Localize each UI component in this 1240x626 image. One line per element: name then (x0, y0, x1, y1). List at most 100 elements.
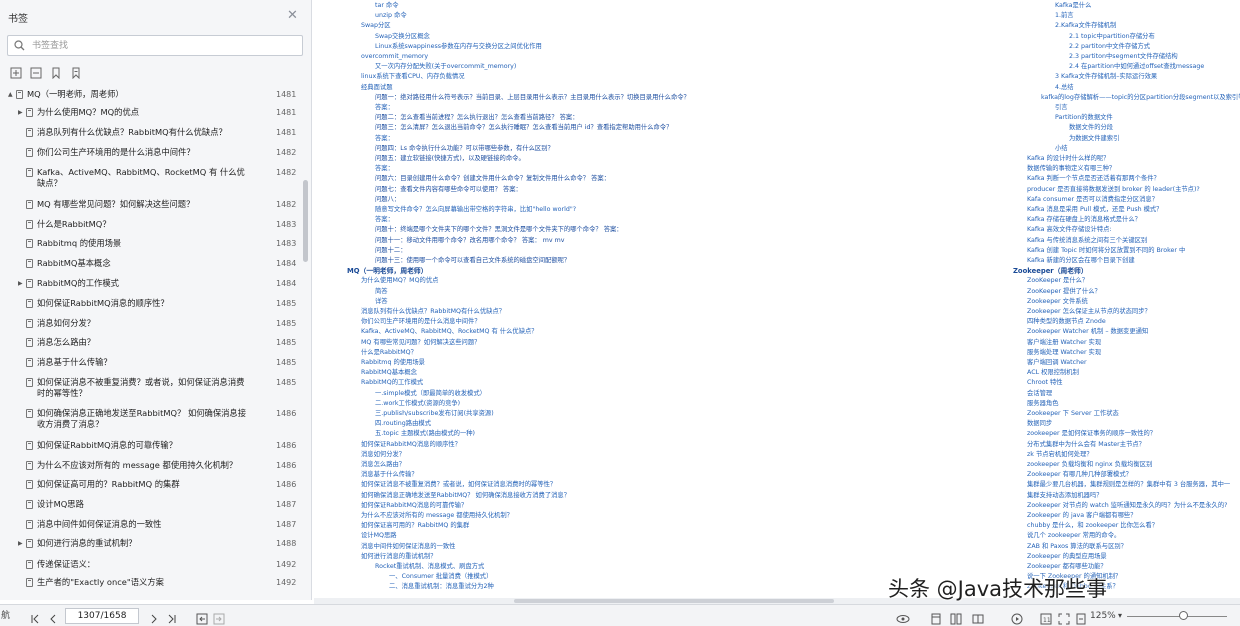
toc-entry[interactable]: 什么是RabbitMQ？ (361, 349, 417, 357)
toc-entry[interactable]: ACL 权限控制机制 (1027, 369, 1079, 377)
fit-page-icon[interactable] (1058, 610, 1070, 625)
last-page-icon[interactable] (165, 610, 177, 624)
toc-entry[interactable]: 消息如何分发？ (361, 451, 405, 459)
sidebar-scrollbar[interactable] (303, 89, 309, 597)
toc-entry[interactable]: Kafka 消息是采用 Pull 模式，还是 Push 模式？ (1027, 206, 1162, 214)
expand-arrow-icon[interactable]: ▶ (18, 538, 23, 549)
toc-entry[interactable]: 3 Kafka文件存储机制–实际运行效果 (1055, 73, 1157, 81)
horizontal-scroll-thumb[interactable] (514, 599, 834, 603)
toc-entry[interactable]: 集群最少要几台机器，集群规则是怎样的？集群中有 3 台服务器，其中一 (1027, 481, 1230, 489)
toc-entry[interactable]: 消息中间件如何保证消息的一致性 (361, 543, 455, 551)
toc-entry[interactable]: overcommit_memory (361, 53, 428, 61)
toc-entry[interactable]: 经典面试题 (361, 84, 392, 92)
previous-page-icon[interactable] (47, 610, 59, 624)
toc-entry[interactable]: 答案： (375, 104, 394, 112)
toc-entry[interactable]: 消息怎么路由？ (361, 461, 405, 469)
toc-entry[interactable]: 问题十一：移动文件用哪个命令？改名用哪个命令？ 答案： mv mv (375, 237, 564, 245)
toc-entry[interactable]: Kafka 创建 Topic 时如何将分区放置到不同的 Broker 中 (1027, 247, 1185, 255)
toc-entry[interactable]: RabbitMQ基本概念 (361, 369, 417, 377)
toc-entry[interactable]: 三.publish/subscribe发布订阅(共享资源) (375, 410, 494, 418)
toc-entry[interactable]: Zookeeper 文件系统 (1027, 298, 1088, 306)
toc-entry[interactable]: Zookeeper 有哪几种几种部署模式？ (1027, 471, 1132, 479)
collapse-arrow-icon[interactable]: ▲ (8, 89, 13, 100)
toc-entry[interactable]: 问题五：建立软链接(快捷方式)，以及硬链接的命令。 (375, 155, 525, 163)
fit-width-icon[interactable] (1075, 610, 1087, 625)
toc-entry[interactable]: 小结 (1055, 145, 1068, 153)
toc-entry[interactable]: 问题十三：使用哪一个命令可以查看自己文件系统的磁盘空间配额呢？ (375, 257, 570, 265)
toc-entry[interactable]: 问题七：查看文件内容有哪些命令可以使用？ 答案： (375, 186, 522, 194)
toc-entry[interactable]: 二、消息重试机制：消息重试分为2种 (389, 583, 494, 591)
toc-entry[interactable]: 答案： (375, 216, 394, 224)
play-icon[interactable] (1011, 610, 1023, 625)
toc-entry[interactable]: 设计MQ思路 (361, 532, 397, 540)
toc-entry[interactable]: 引言 (1055, 104, 1068, 112)
toc-entry[interactable]: zk 节点宕机如何处理？ (1027, 451, 1093, 459)
next-page-icon[interactable] (148, 610, 160, 624)
eye-mode-icon[interactable] (896, 610, 910, 623)
double-page-icon[interactable] (972, 610, 984, 624)
toc-entry[interactable]: 问题一：绝对路径用什么符号表示？当前目录、上层目录用什么表示？主目录用什么表示？… (375, 94, 690, 102)
toc-entry[interactable]: Rocket重试机制、消息模式、刷盘方式 (375, 563, 484, 571)
zoom-dropdown-icon[interactable]: ▾ (1118, 610, 1122, 622)
toc-entry[interactable]: 详答 (375, 298, 388, 306)
toc-entry[interactable]: 2.1 topic中partition存储分布 (1069, 33, 1155, 41)
toc-entry[interactable]: 问题四：Ls 命令执行什么功能？可以带哪些参数，有什么区别？ (375, 145, 554, 153)
toc-entry[interactable]: 2.2 partiton中文件存储方式 (1069, 43, 1150, 51)
toc-entry[interactable]: chubby 是什么，和 zookeeper 比你怎么看？ (1027, 522, 1158, 530)
toc-entry[interactable]: 如何确保消息正确地发送至RabbitMQ？ 如何确保消息接收方消费了消息？ (361, 492, 570, 500)
toc-entry[interactable]: Swap交换分区概念 (375, 33, 430, 41)
toc-entry[interactable]: Chroot 特性 (1027, 379, 1063, 387)
toc-entry[interactable]: Kafka是什么 (1055, 2, 1091, 10)
toc-entry[interactable]: 问题十二： (375, 247, 406, 255)
toc-entry[interactable]: 你们公司生产环境用的是什么消息中间件？ (361, 318, 481, 326)
toc-entry[interactable]: 客户端注册 Watcher 实现 (1027, 339, 1101, 347)
toc-entry[interactable]: 一、Consumer 批量消费（推模式） (389, 573, 492, 581)
toc-entry[interactable]: unzip 命令 (375, 12, 407, 20)
zoom-slider-track[interactable] (1127, 616, 1227, 617)
toc-entry[interactable]: 二.work工作模式(资源的竞争) (375, 400, 460, 408)
toc-entry[interactable]: 如何进行消息的重试机制？ (361, 553, 437, 561)
first-page-icon[interactable] (30, 610, 42, 624)
toc-entry[interactable]: 2.Kafka文件存储机制 (1055, 22, 1116, 30)
toc-entry[interactable]: 为什么不应该对所有的 message 都使用持久化机制？ (361, 512, 513, 520)
toc-entry[interactable]: Partition的数据文件 (1055, 114, 1113, 122)
back-icon[interactable] (196, 610, 208, 625)
toc-entry[interactable]: Zookeeper Watcher 机制 – 数据变更通知 (1027, 328, 1148, 336)
forward-icon[interactable] (213, 610, 225, 625)
toc-entry[interactable]: 问题二：怎么查看当前进程？怎么执行退出？怎么查看当前路径？ 答案： (375, 114, 579, 122)
toc-entry[interactable]: 如何保证RabbitMQ消息的顺序性？ (361, 441, 461, 449)
toc-entry[interactable]: 会话管理 (1027, 390, 1052, 398)
toc-entry[interactable]: zookeeper 是如何保证事务的顺序一致性的？ (1027, 430, 1156, 438)
toc-entry[interactable]: Zookeeper 对节点的 watch 监听通知是永久的吗？为什么不是永久的? (1027, 502, 1227, 510)
toc-entry[interactable]: ZooKeeper 提供了什么？ (1027, 288, 1101, 296)
toc-entry[interactable]: Rabbitmq 的使用场景 (361, 359, 425, 367)
expand-all-icon[interactable] (10, 64, 22, 79)
toc-entry[interactable]: tar 命令 (375, 2, 399, 10)
bookmark-search-input[interactable] (32, 38, 292, 54)
toc-entry[interactable]: 为数据文件建索引 (1069, 135, 1119, 143)
toc-entry[interactable]: Kafka 的设计时什么样的呢？ (1027, 155, 1109, 163)
document-page-view[interactable]: tar 命令 unzip 命令 Swap分区 Swap交换分区概念 Linux系统swa… (313, 0, 1240, 598)
toc-entry[interactable]: 2.4 在partition中如何通过offset查找message (1069, 63, 1204, 71)
toc-entry[interactable]: 数据同步 (1027, 420, 1052, 428)
toc-entry[interactable]: 服务器角色 (1027, 400, 1058, 408)
toc-entry[interactable]: 问题六：目录创建用什么命令？创建文件用什么命令？复制文件用什么命令？ 答案： (375, 175, 610, 183)
toc-entry[interactable]: 1.前言 (1055, 12, 1074, 20)
toc-entry[interactable]: 一.simple模式（即最简单的收发模式） (375, 390, 486, 398)
toc-entry[interactable]: 问题十：终端是哪个文件夹下的哪个文件？黑洞文件是哪个文件夹下的哪个命令？ 答案： (375, 226, 623, 234)
toc-entry[interactable]: Swap分区 (361, 22, 391, 30)
toc-entry[interactable]: 4.总结 (1055, 84, 1074, 92)
toc-entry[interactable]: 客户端回调 Watcher (1027, 359, 1087, 367)
toc-entry[interactable]: 五.topic 主题模式(路由模式的一种) (375, 430, 475, 438)
toc-entry[interactable]: 为什么使用MQ？MQ的优点 (361, 277, 438, 285)
toc-entry[interactable]: 消息基于什么传输？ (361, 471, 418, 479)
toc-entry[interactable]: 服务端处理 Watcher 实现 (1027, 349, 1101, 357)
toc-entry[interactable]: 问题三：怎么清屏？怎么退出当前命令？怎么执行睡眠？怎么查看当前用户 id？查看指… (375, 124, 672, 132)
close-icon[interactable]: ✕ (287, 9, 298, 22)
page-number-input[interactable]: 1307/1658 (65, 608, 139, 624)
toc-entry[interactable]: ZooKeeper 是什么？ (1027, 277, 1088, 285)
toc-entry[interactable]: 如何保证高可用的？RabbitMQ 的集群 (361, 522, 469, 530)
toc-entry[interactable]: ZAB 和 Paxos 算法的联系与区别？ (1027, 543, 1127, 551)
toc-entry[interactable]: 说几个 zookeeper 常用的命令。 (1027, 532, 1120, 540)
toc-entry[interactable]: Kafka 判断一个节点是否还活着有那两个条件？ (1027, 175, 1160, 183)
